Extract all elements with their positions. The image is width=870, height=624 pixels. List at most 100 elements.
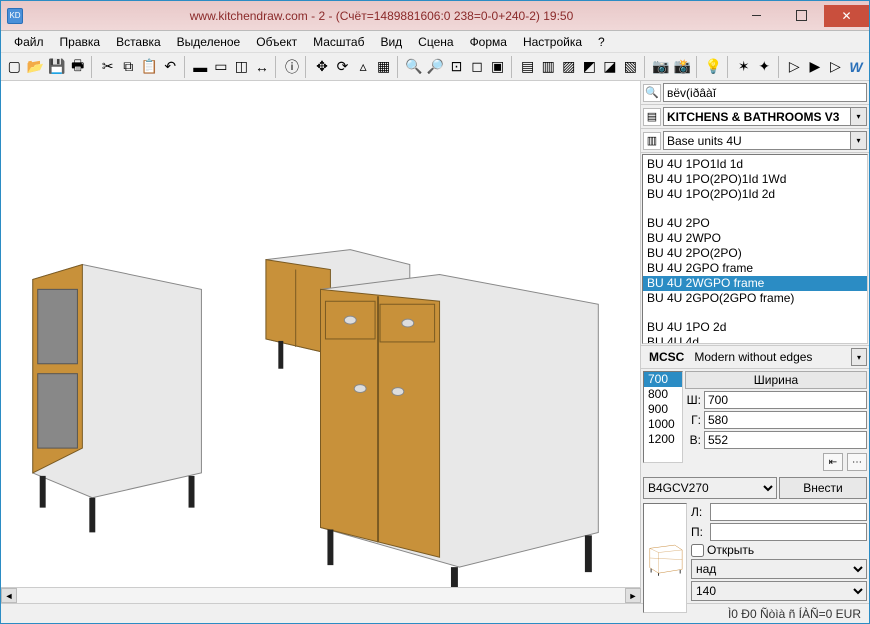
chevron-down-icon[interactable]: ▾ xyxy=(851,131,867,150)
maximize-button[interactable] xyxy=(779,5,824,27)
toolbar-zoom-win-icon[interactable]: ▣ xyxy=(488,56,507,78)
handing-left-icon[interactable]: ⇤ xyxy=(823,453,843,471)
list-item[interactable]: BU 4U 4d xyxy=(643,335,867,344)
toolbar-separator xyxy=(778,56,781,78)
toolbar-save-icon[interactable]: 💾 xyxy=(47,56,66,78)
menu-?[interactable]: ? xyxy=(591,33,612,51)
toolbar-c1-icon[interactable]: ▷ xyxy=(785,56,804,78)
toolbar-dim-icon[interactable]: ↔ xyxy=(253,56,272,78)
menu-Файл[interactable]: Файл xyxy=(7,33,51,51)
toolbar-zoom-in-icon[interactable]: 🔍 xyxy=(404,56,423,78)
toolbar-c4-icon[interactable]: W xyxy=(847,56,866,78)
list-item[interactable]: BU 4U 1PO(2PO)1Id 2d xyxy=(643,187,867,202)
scroll-left-icon[interactable]: ◄ xyxy=(1,588,17,603)
toolbar-view-real-icon[interactable]: ◪ xyxy=(601,56,620,78)
horizontal-scrollbar[interactable]: ◄ ► xyxy=(1,587,641,603)
position-select[interactable]: над xyxy=(691,559,867,579)
list-item[interactable]: BU 4U 2GPO(2GPO frame) xyxy=(643,291,867,306)
toolbar-rotate-icon[interactable]: ⟳ xyxy=(333,56,352,78)
list-item[interactable]: BU 4U 2PO xyxy=(643,216,867,231)
toolbar-paste-icon[interactable]: 📋 xyxy=(140,56,159,78)
toolbar-c2-icon[interactable]: ▶ xyxy=(806,56,825,78)
search-icon[interactable]: 🔍 xyxy=(643,84,661,102)
menu-Вставка[interactable]: Вставка xyxy=(109,33,168,51)
toolbar-cut-icon[interactable]: ✂ xyxy=(98,56,117,78)
toolbar-camera2-icon[interactable]: 📸 xyxy=(673,56,692,78)
size-item[interactable]: 800 xyxy=(644,387,682,402)
toolbar-separator xyxy=(696,56,699,78)
toolbar-door-icon[interactable]: ▭ xyxy=(212,56,231,78)
catalog-select[interactable] xyxy=(663,107,851,126)
toolbar-mirror-icon[interactable]: ▵ xyxy=(354,56,373,78)
article-code-select[interactable]: B4GCV270 xyxy=(643,477,777,499)
preview-thumbnail xyxy=(643,503,687,613)
menu-Правка[interactable]: Правка xyxy=(53,33,108,51)
size-item[interactable]: 1200 xyxy=(644,432,682,447)
toolbar-undo-icon[interactable]: ↶ xyxy=(161,56,180,78)
width-input[interactable] xyxy=(704,391,867,409)
close-button[interactable] xyxy=(824,5,869,27)
left-gap-input[interactable] xyxy=(710,503,867,521)
category-icon[interactable]: ▥ xyxy=(643,132,661,150)
toolbar-info-icon[interactable]: ⓘ xyxy=(283,56,302,78)
menu-Выделеное[interactable]: Выделеное xyxy=(170,33,248,51)
right-gap-input[interactable] xyxy=(710,523,867,541)
scroll-track[interactable] xyxy=(17,588,625,603)
toolbar-view-real2-icon[interactable]: ▧ xyxy=(621,56,640,78)
window-title: www.kitchendraw.com - 2 - (Счёт=14898816… xyxy=(29,9,734,23)
toolbar-copy-icon[interactable]: ⧉ xyxy=(119,56,138,78)
size-item[interactable]: 1000 xyxy=(644,417,682,432)
size-item[interactable]: 900 xyxy=(644,402,682,417)
list-item[interactable]: BU 4U 2GPO frame xyxy=(643,261,867,276)
list-item[interactable]: BU 4U 2WGPO frame xyxy=(643,276,867,291)
category-select[interactable] xyxy=(663,131,851,150)
toolbar-zoom-fit-icon[interactable]: ⊡ xyxy=(447,56,466,78)
toolbar-zoom-out-icon[interactable]: 🔎 xyxy=(426,56,445,78)
open-checkbox[interactable] xyxy=(691,544,704,557)
menu-Объект[interactable]: Объект xyxy=(249,33,304,51)
scroll-right-icon[interactable]: ► xyxy=(625,588,641,603)
toolbar-window-icon[interactable]: ◫ xyxy=(232,56,251,78)
catalog-icon[interactable]: ▤ xyxy=(643,108,661,126)
toolbar-view-wire-icon[interactable]: ▨ xyxy=(559,56,578,78)
3d-viewport[interactable] xyxy=(1,81,641,587)
menu-Вид[interactable]: Вид xyxy=(373,33,409,51)
toolbar-view-persp-icon[interactable]: ◩ xyxy=(580,56,599,78)
chevron-down-icon[interactable]: ▾ xyxy=(851,348,867,366)
menu-Масштаб[interactable]: Масштаб xyxy=(306,33,371,51)
size-list[interactable]: 70080090010001200 xyxy=(643,371,683,463)
toolbar-c3-icon[interactable]: ▷ xyxy=(826,56,845,78)
list-item[interactable]: BU 4U 1PO 2d xyxy=(643,320,867,335)
menu-Форма[interactable]: Форма xyxy=(463,33,514,51)
toolbar-open-icon[interactable]: 📂 xyxy=(26,56,45,78)
menu-Настройка[interactable]: Настройка xyxy=(516,33,589,51)
toolbar-tool2-icon[interactable]: ✦ xyxy=(755,56,774,78)
toolbar-zoom-sel-icon[interactable]: ◻ xyxy=(468,56,487,78)
toolbar-move-icon[interactable]: ✥ xyxy=(313,56,332,78)
toolbar-align-icon[interactable]: ▦ xyxy=(374,56,393,78)
toolbar-camera-icon[interactable]: 📷 xyxy=(651,56,670,78)
toolbar-light-icon[interactable]: 💡 xyxy=(704,56,723,78)
height-input[interactable] xyxy=(704,431,867,449)
toolbar-view-top-icon[interactable]: ▤ xyxy=(518,56,537,78)
item-list[interactable]: BU 4U 1PO1Id 1dBU 4U 1PO(2PO)1Id 1WdBU 4… xyxy=(642,154,868,344)
list-item[interactable]: BU 4U 1PO1Id 1d xyxy=(643,157,867,172)
size-item[interactable]: 700 xyxy=(644,372,682,387)
handing-right-icon[interactable]: ⋯ xyxy=(847,453,867,471)
size-dim-row: 70080090010001200 Ширина Ш: Г: В: ⇤ ⋯ xyxy=(641,369,869,475)
list-item[interactable]: BU 4U 1PO(2PO)1Id 1Wd xyxy=(643,172,867,187)
chevron-down-icon[interactable]: ▾ xyxy=(851,107,867,126)
toolbar-new-icon[interactable]: ▢ xyxy=(5,56,24,78)
depth-input[interactable] xyxy=(704,411,867,429)
list-item[interactable]: BU 4U 2WPO xyxy=(643,231,867,246)
list-item[interactable]: BU 4U 2PO(2PO) xyxy=(643,246,867,261)
toolbar-tool1-icon[interactable]: ✶ xyxy=(734,56,753,78)
search-input[interactable] xyxy=(663,83,867,102)
toolbar-wall-icon[interactable]: ▬ xyxy=(191,56,210,78)
toolbar-print-icon[interactable]: 🖶 xyxy=(68,56,87,78)
menu-Сцена[interactable]: Сцена xyxy=(411,33,460,51)
insert-button[interactable]: Внести xyxy=(779,477,867,499)
offset-select[interactable]: 140 xyxy=(691,581,867,601)
toolbar-view-elev-icon[interactable]: ▥ xyxy=(539,56,558,78)
minimize-button[interactable] xyxy=(734,5,779,27)
